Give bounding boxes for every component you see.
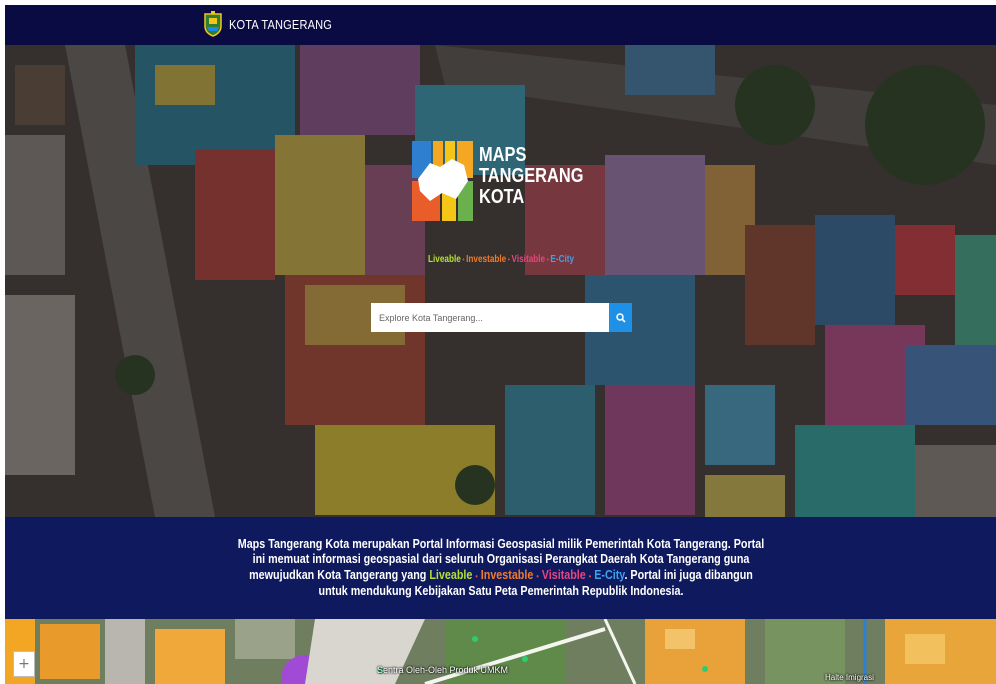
description-separator: • xyxy=(588,571,591,581)
description-investable: Investable xyxy=(480,567,533,582)
tagline-liveable: Liveable xyxy=(428,254,461,265)
tagline-separator: • xyxy=(546,257,549,264)
hero-overlay xyxy=(5,45,996,517)
map-label-halte: Halte Imigrasi xyxy=(825,673,874,682)
description-liveable: Liveable xyxy=(428,567,472,582)
city-tagline: Liveable • Investable • Visitable • E-City xyxy=(428,254,574,265)
brand-link[interactable]: KOTA TANGERANG xyxy=(203,11,350,37)
tagline-ecity: E-City xyxy=(550,254,575,265)
map-zoom-in-button[interactable]: + xyxy=(13,651,35,677)
maps-logo-text: MAPS TANGERANG KOTA xyxy=(479,145,583,208)
portal-description: Maps Tangerang Kota merupakan Portal Inf… xyxy=(5,517,996,619)
page-frame: KOTA TANGERANG MAPS TANGERANG KOTA Livea… xyxy=(5,5,996,684)
tagline-investable: Investable xyxy=(466,254,507,265)
maps-logo: MAPS TANGERANG KOTA xyxy=(412,141,606,221)
description-separator: • xyxy=(474,571,478,581)
description-ecity: E-City xyxy=(593,567,624,582)
top-navbar: KOTA TANGERANG xyxy=(5,5,996,45)
explore-search-input[interactable] xyxy=(371,303,609,332)
map-preview[interactable]: Sentra Oleh-Oleh Produk UMKM Halte Imigr… xyxy=(5,619,996,684)
maps-logo-icon xyxy=(412,141,473,221)
logo-line-kota: KOTA xyxy=(479,186,525,208)
map-label-sentra: Sentra Oleh-Oleh Produk UMKM xyxy=(377,665,509,675)
tagline-separator: • xyxy=(462,257,465,264)
brand-name: KOTA TANGERANG xyxy=(229,16,333,32)
description-text: Maps Tangerang Kota merupakan Portal Inf… xyxy=(234,537,767,600)
tagline-separator: • xyxy=(507,257,510,264)
logo-line-maps: MAPS xyxy=(479,144,527,166)
description-separator: • xyxy=(535,571,539,581)
search-button[interactable] xyxy=(609,303,632,332)
city-crest-icon xyxy=(203,11,223,37)
search-icon xyxy=(615,312,626,323)
explore-search-bar xyxy=(371,303,632,332)
logo-line-tangerang: TANGERANG xyxy=(479,165,584,187)
hero-section: MAPS TANGERANG KOTA Liveable • Investable •… xyxy=(5,45,996,517)
tagline-visitable: Visitable xyxy=(511,254,546,265)
description-visitable: Visitable xyxy=(541,567,586,582)
